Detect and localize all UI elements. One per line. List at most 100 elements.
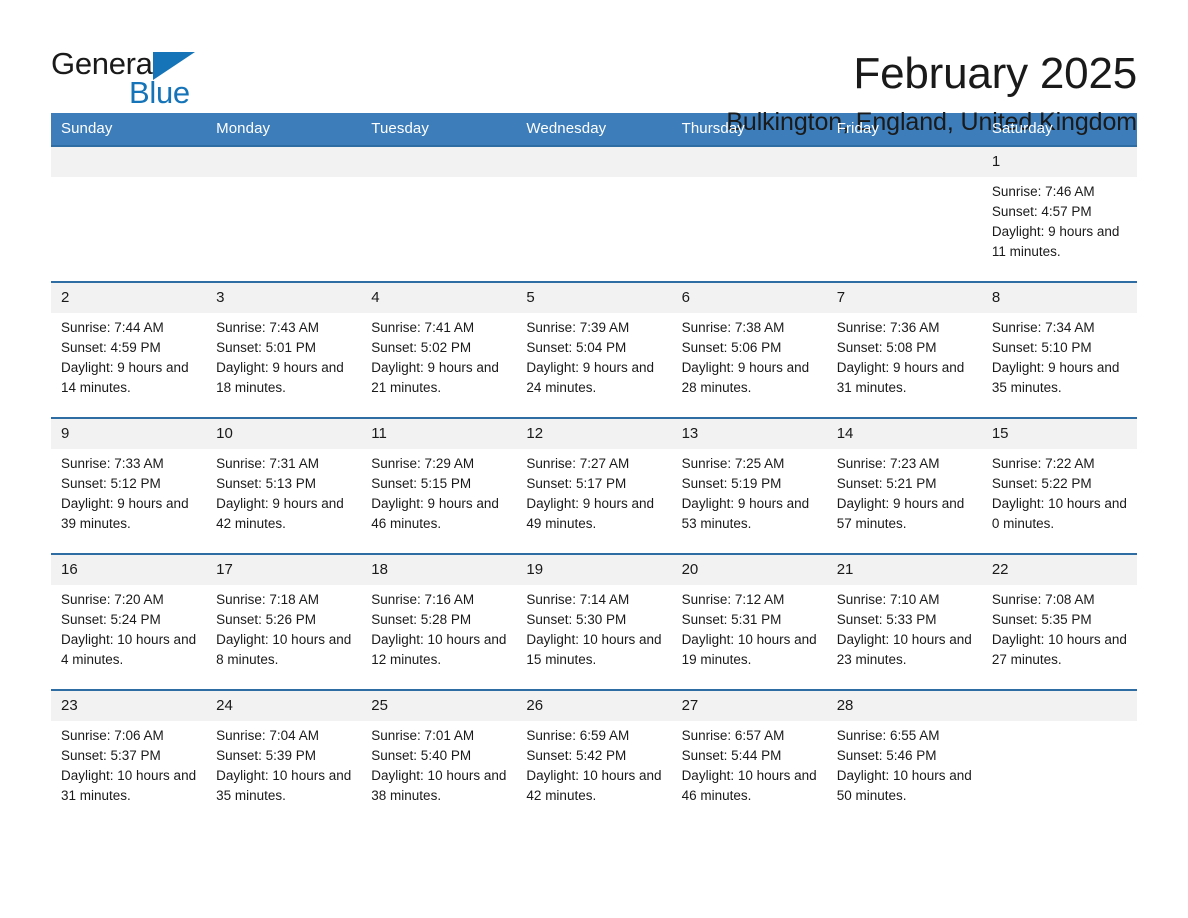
day-number: 3: [206, 283, 362, 313]
day-number: [516, 147, 672, 177]
day-number: 5: [516, 283, 672, 313]
day-info: Sunrise: 7:31 AM Sunset: 5:13 PM Daylight:…: [206, 449, 361, 534]
day-number: 27: [671, 691, 827, 721]
day-number: 2: [51, 283, 207, 313]
sunset-text: Sunset: 5:28 PM: [371, 612, 472, 627]
calendar-day-cell[interactable]: 19 Sunrise: 7:14 AM Sunset: 5:30 PM Dayligh…: [516, 553, 672, 690]
daylight-text: Daylight: 9 hours and 28 minutes.: [681, 360, 810, 395]
sunrise-text: Sunrise: 7:14 AM: [526, 592, 630, 607]
calendar-day-cell[interactable]: 3 Sunrise: 7:43 AM Sunset: 5:01 PM Daylight…: [206, 281, 362, 418]
day-number: 24: [206, 691, 362, 721]
day-info: Sunrise: 7:34 AM Sunset: 5:10 PM Daylight:…: [982, 313, 1137, 398]
day-number: 26: [516, 691, 672, 721]
calendar-day-cell[interactable]: 4 Sunrise: 7:41 AM Sunset: 5:02 PM Daylight…: [361, 281, 517, 418]
calendar-day-cell[interactable]: 17 Sunrise: 7:18 AM Sunset: 5:26 PM Dayligh…: [206, 553, 362, 690]
calendar-day-cell[interactable]: 18 Sunrise: 7:16 AM Sunset: 5:28 PM Dayligh…: [361, 553, 517, 690]
calendar-day-cell[interactable]: 22 Sunrise: 7:08 AM Sunset: 5:35 PM Dayligh…: [981, 553, 1137, 690]
calendar-day-cell[interactable]: 24 Sunrise: 7:04 AM Sunset: 5:39 PM Dayligh…: [206, 689, 362, 825]
page-title: February 2025: [853, 49, 1137, 98]
sunrise-sunset-calendar: Sunday Monday Tuesday Wednesday Thursday…: [51, 113, 1137, 825]
calendar-day-cell[interactable]: 13 Sunrise: 7:25 AM Sunset: 5:19 PM Dayligh…: [671, 417, 827, 554]
sunset-text: Sunset: 5:42 PM: [526, 748, 627, 763]
calendar-day-cell[interactable]: 5 Sunrise: 7:39 AM Sunset: 5:04 PM Daylight…: [516, 281, 672, 418]
sunrise-text: Sunrise: 7:10 AM: [836, 592, 940, 607]
day-number: 7: [826, 283, 982, 313]
calendar-day-cell[interactable]: 10 Sunrise: 7:31 AM Sunset: 5:13 PM Dayligh…: [206, 417, 362, 554]
calendar-day-cell-empty: [516, 145, 672, 282]
calendar-day-cell[interactable]: 23 Sunrise: 7:06 AM Sunset: 5:37 PM Dayligh…: [51, 689, 207, 825]
day-number: [981, 691, 1137, 721]
daylight-text: Daylight: 9 hours and 21 minutes.: [371, 360, 499, 395]
calendar-day-cell[interactable]: 2 Sunrise: 7:44 AM Sunset: 4:59 PM Daylight…: [51, 281, 207, 418]
sunrise-text: Sunrise: 7:39 AM: [526, 320, 630, 335]
day-info: Sunrise: 7:39 AM Sunset: 5:04 PM Daylight:…: [516, 313, 671, 398]
sunset-text: Sunset: 5:21 PM: [836, 476, 937, 491]
calendar-day-cell[interactable]: 26 Sunrise: 6:59 AM Sunset: 5:42 PM Dayligh…: [516, 689, 672, 825]
sunset-text: Sunset: 5:33 PM: [836, 612, 937, 627]
daylight-text: Daylight: 9 hours and 18 minutes.: [216, 360, 344, 395]
day-number: [51, 147, 207, 177]
calendar-day-cell-empty: [51, 145, 207, 282]
sunset-text: Sunset: 5:40 PM: [371, 748, 472, 763]
sunrise-text: Sunrise: 7:44 AM: [61, 320, 164, 335]
daylight-text: Daylight: 10 hours and 8 minutes.: [216, 632, 352, 667]
day-number: 9: [51, 419, 207, 449]
calendar-day-cell[interactable]: 15 Sunrise: 7:22 AM Sunset: 5:22 PM Dayligh…: [981, 417, 1137, 554]
calendar-day-cell[interactable]: 7 Sunrise: 7:36 AM Sunset: 5:08 PM Daylight…: [826, 281, 982, 418]
sunset-text: Sunset: 5:39 PM: [216, 748, 316, 763]
calendar-day-cell[interactable]: 9 Sunrise: 7:33 AM Sunset: 5:12 PM Daylight…: [51, 417, 207, 554]
sunrise-text: Sunrise: 7:06 AM: [61, 728, 164, 743]
calendar-body: 1 Sunrise: 7:46 AM Sunset: 4:57 PM Daylight…: [51, 145, 1137, 825]
day-info: Sunrise: 6:55 AM Sunset: 5:46 PM Daylight:…: [827, 721, 982, 806]
day-number: 18: [361, 555, 517, 585]
sunset-text: Sunset: 5:13 PM: [216, 476, 316, 491]
sunrise-text: Sunrise: 6:59 AM: [526, 728, 630, 743]
calendar-day-cell[interactable]: 16 Sunrise: 7:20 AM Sunset: 5:24 PM Dayligh…: [51, 553, 207, 690]
sunset-text: Sunset: 4:59 PM: [61, 340, 161, 355]
daylight-text: Daylight: 10 hours and 38 minutes.: [371, 768, 507, 803]
day-number: 12: [516, 419, 672, 449]
daylight-text: Daylight: 10 hours and 42 minutes.: [526, 768, 662, 803]
calendar-day-cell[interactable]: 27 Sunrise: 6:57 AM Sunset: 5:44 PM Dayligh…: [671, 689, 827, 825]
sunrise-text: Sunrise: 7:34 AM: [991, 320, 1095, 335]
calendar-day-cell[interactable]: 28 Sunrise: 6:55 AM Sunset: 5:46 PM Dayligh…: [826, 689, 982, 825]
daylight-text: Daylight: 10 hours and 23 minutes.: [836, 632, 972, 667]
calendar-day-cell-empty: [361, 145, 517, 282]
daylight-text: Daylight: 10 hours and 12 minutes.: [371, 632, 507, 667]
sunset-text: Sunset: 5:15 PM: [371, 476, 472, 491]
sunset-text: Sunset: 5:44 PM: [681, 748, 782, 763]
logo-text-blue: Blue: [129, 75, 190, 110]
weekday-header-sunday: Sunday: [51, 113, 207, 146]
sunrise-text: Sunrise: 7:43 AM: [216, 320, 319, 335]
calendar-day-cell[interactable]: 6 Sunrise: 7:38 AM Sunset: 5:06 PM Daylight…: [671, 281, 827, 418]
sunrise-text: Sunrise: 7:08 AM: [991, 592, 1095, 607]
sunset-text: Sunset: 5:31 PM: [681, 612, 782, 627]
sunrise-text: Sunrise: 7:25 AM: [681, 456, 785, 471]
general-blue-logo: General Blue: [51, 47, 201, 113]
calendar-day-cell-empty: [206, 145, 362, 282]
calendar-day-cell[interactable]: 14 Sunrise: 7:23 AM Sunset: 5:21 PM Dayligh…: [826, 417, 982, 554]
day-info: Sunrise: 7:38 AM Sunset: 5:06 PM Daylight:…: [672, 313, 827, 398]
sunrise-text: Sunrise: 7:27 AM: [526, 456, 630, 471]
calendar-day-cell[interactable]: 20 Sunrise: 7:12 AM Sunset: 5:31 PM Dayligh…: [671, 553, 827, 690]
calendar-day-cell[interactable]: 12 Sunrise: 7:27 AM Sunset: 5:17 PM Dayligh…: [516, 417, 672, 554]
sunset-text: Sunset: 5:08 PM: [836, 340, 937, 355]
sunrise-text: Sunrise: 7:41 AM: [371, 320, 475, 335]
day-info: Sunrise: 7:41 AM Sunset: 5:02 PM Daylight:…: [361, 313, 516, 398]
daylight-text: Daylight: 9 hours and 42 minutes.: [216, 496, 344, 531]
daylight-text: Daylight: 10 hours and 19 minutes.: [681, 632, 817, 667]
daylight-text: Daylight: 10 hours and 50 minutes.: [836, 768, 972, 803]
calendar-day-cell[interactable]: 25 Sunrise: 7:01 AM Sunset: 5:40 PM Dayligh…: [361, 689, 517, 825]
calendar-day-cell[interactable]: 11 Sunrise: 7:29 AM Sunset: 5:15 PM Dayligh…: [361, 417, 517, 554]
calendar-day-cell[interactable]: 1 Sunrise: 7:46 AM Sunset: 4:57 PM Daylight…: [981, 145, 1137, 282]
day-info: Sunrise: 7:33 AM Sunset: 5:12 PM Daylight:…: [51, 449, 206, 534]
daylight-text: Daylight: 10 hours and 0 minutes.: [991, 496, 1127, 531]
day-number: 4: [361, 283, 517, 313]
sunrise-text: Sunrise: 7:38 AM: [681, 320, 785, 335]
sunrise-text: Sunrise: 7:23 AM: [836, 456, 940, 471]
calendar-day-cell[interactable]: 21 Sunrise: 7:10 AM Sunset: 5:33 PM Dayligh…: [826, 553, 982, 690]
calendar-week-row: 1 Sunrise: 7:46 AM Sunset: 4:57 PM Daylight…: [51, 145, 1137, 282]
daylight-text: Daylight: 9 hours and 39 minutes.: [61, 496, 189, 531]
sunrise-text: Sunrise: 7:18 AM: [216, 592, 319, 607]
calendar-day-cell[interactable]: 8 Sunrise: 7:34 AM Sunset: 5:10 PM Daylight…: [981, 281, 1137, 418]
